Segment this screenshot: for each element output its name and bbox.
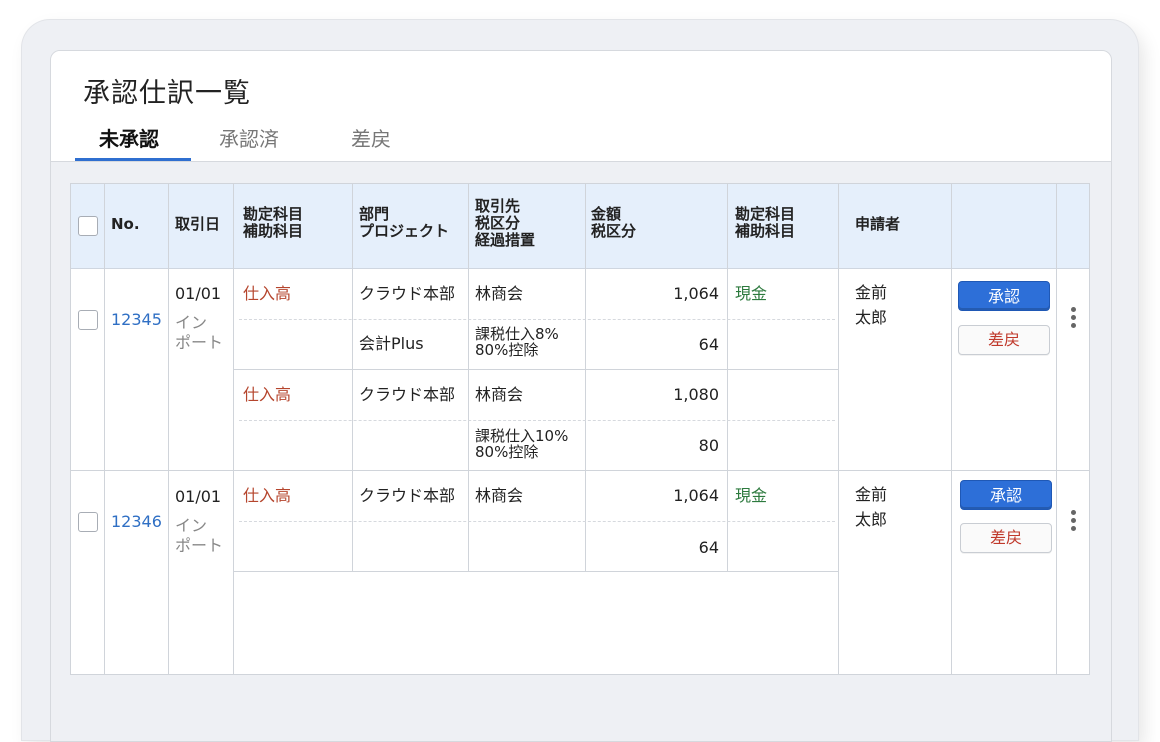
tax-amount: 64 [698, 538, 719, 557]
account-name: 仕入高 [243, 486, 292, 505]
amount: 1,064 [673, 284, 719, 303]
tab-unapproved[interactable]: 未承認 [99, 123, 159, 152]
applicant-name: 金前 太郎 [855, 485, 888, 529]
row-divider [234, 571, 838, 572]
account-name: 仕入高 [243, 284, 292, 303]
counter-account: 現金 [735, 284, 768, 303]
col-divider [352, 184, 353, 571]
col-divider [951, 184, 952, 674]
tax-amount: 80 [698, 436, 719, 455]
department: クラウド本部 [359, 486, 456, 505]
subline-divider [239, 319, 835, 320]
partner: 林商会 [475, 486, 524, 505]
reject-button[interactable]: 差戻 [958, 325, 1050, 355]
approve-button[interactable]: 承認 [958, 281, 1050, 311]
row-divider [71, 470, 1089, 471]
header-dept: 部門 プロジェクト [359, 205, 450, 240]
select-all-checkbox[interactable] [78, 216, 98, 236]
header-no: No. [111, 215, 140, 233]
entry-date: 01/01 [175, 284, 222, 303]
department: クラウド本部 [359, 284, 456, 303]
col-divider [104, 184, 105, 674]
col-divider [838, 184, 839, 674]
col-divider [168, 184, 169, 674]
tax-category: 課税仕入10% 80%控除 [475, 427, 569, 461]
subline-divider [239, 420, 835, 421]
line-divider [234, 369, 838, 370]
header-date: 取引日 [175, 215, 221, 233]
tab-returned[interactable]: 差戻 [351, 123, 391, 152]
header-account: 勘定科目 補助科目 [243, 205, 304, 240]
active-tab-indicator [75, 158, 191, 161]
col-divider [233, 184, 234, 674]
col-divider [1056, 184, 1057, 674]
entry-date: 01/01 [175, 487, 222, 506]
amount: 1,064 [673, 486, 719, 505]
entry-source: イン ポート [175, 313, 224, 352]
approve-button[interactable]: 承認 [960, 480, 1052, 510]
panel-header: 承認仕訳一覧 未承認 承認済 差戻 [51, 51, 1111, 162]
col-divider [727, 184, 728, 571]
partner: 林商会 [475, 284, 524, 303]
header-amount: 金額 税区分 [591, 205, 637, 240]
tax-category: 課税仕入8% 80%控除 [475, 325, 559, 359]
reject-button[interactable]: 差戻 [960, 523, 1052, 553]
account-name: 仕入高 [243, 385, 292, 404]
table-header: No. 取引日 勘定科目 補助科目 部門 プロジェクト 取引先 税区分 経過措置 金額税… [71, 184, 1089, 269]
more-vertical-icon[interactable] [1070, 307, 1076, 331]
entry-number-link[interactable]: 12345 [111, 311, 162, 329]
applicant-name: 金前 太郎 [855, 283, 888, 327]
amount: 1,080 [673, 385, 719, 404]
row-checkbox[interactable] [78, 310, 98, 330]
page-title: 承認仕訳一覧 [83, 78, 251, 109]
entry-source: イン ポート [175, 516, 224, 555]
col-divider [585, 184, 586, 571]
counter-account: 現金 [735, 486, 768, 505]
header-partner: 取引先 税区分 経過措置 [475, 197, 536, 249]
department: クラウド本部 [359, 385, 456, 404]
subline-divider [239, 521, 835, 522]
tab-approved[interactable]: 承認済 [219, 123, 279, 152]
header-account2: 勘定科目 補助科目 [735, 205, 796, 240]
project: 会計Plus [359, 334, 424, 353]
row-checkbox[interactable] [78, 512, 98, 532]
tax-amount: 64 [698, 335, 719, 354]
journal-panel: 承認仕訳一覧 未承認 承認済 差戻 No. 取引日 勘定科目 補助科目 部門 プロジ… [50, 50, 1112, 742]
col-divider [468, 184, 469, 571]
header-applicant: 申請者 [855, 215, 901, 233]
entry-number-link[interactable]: 12346 [111, 513, 162, 531]
more-vertical-icon[interactable] [1070, 510, 1076, 534]
journal-table: No. 取引日 勘定科目 補助科目 部門 プロジェクト 取引先 税区分 経過措置 金額税… [70, 183, 1090, 675]
partner: 林商会 [475, 385, 524, 404]
